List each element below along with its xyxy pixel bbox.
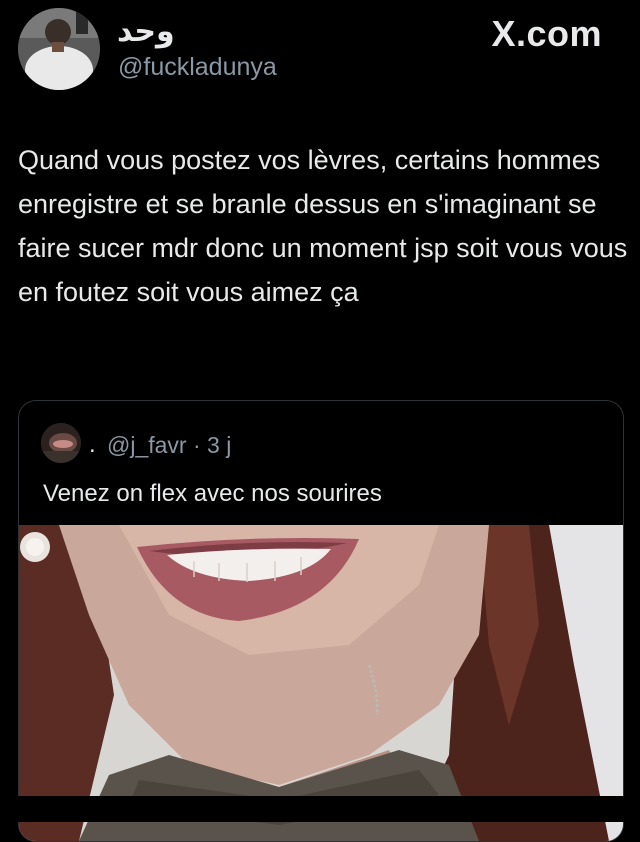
x-logo: X.com [491, 13, 602, 54]
author-display-name[interactable]: وحد [117, 12, 175, 52]
quoted-media-image[interactable] [19, 525, 623, 841]
smile-photo [19, 525, 623, 841]
tweet-text: Quand vous postez vos lèvres, certains h… [18, 145, 628, 307]
quoted-separator-dot: . [89, 431, 96, 458]
quoted-avatar-photo [41, 423, 81, 463]
author-handle[interactable]: @fuckladunya [118, 52, 277, 82]
quoted-tweet-card[interactable]: . @j_favr · 3 j Venez on flex avec nos s… [18, 400, 624, 842]
quoted-author-avatar[interactable] [41, 423, 81, 463]
quoted-meta[interactable]: @j_favr · 3 j [107, 431, 231, 459]
avatar-photo [18, 8, 100, 90]
author-avatar[interactable] [18, 8, 100, 90]
bottom-bar [0, 796, 640, 822]
quoted-tweet-text: Venez on flex avec nos sourires [43, 480, 382, 507]
